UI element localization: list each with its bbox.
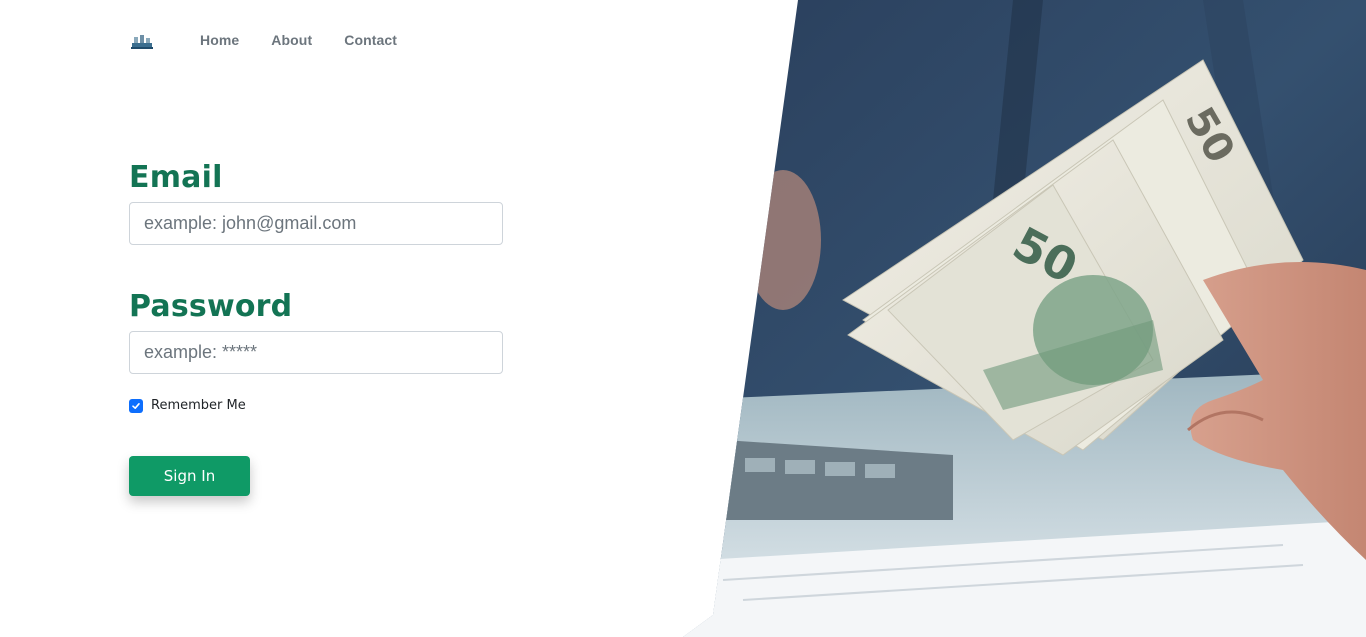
top-nav: Home About Contact bbox=[130, 22, 429, 58]
nav-link-about[interactable]: About bbox=[271, 32, 312, 48]
remember-me-label[interactable]: Remember Me bbox=[151, 398, 246, 413]
password-label: Password bbox=[129, 289, 293, 324]
nav-link-contact[interactable]: Contact bbox=[344, 32, 397, 48]
remember-me-checkbox[interactable] bbox=[129, 398, 143, 413]
nav-link-home[interactable]: Home bbox=[200, 32, 239, 48]
email-label: Email bbox=[129, 160, 223, 195]
hero-image: 50 50 bbox=[683, 0, 1366, 637]
sign-in-button[interactable]: Sign In bbox=[129, 456, 250, 496]
check-icon bbox=[132, 402, 140, 409]
bank-logo-icon[interactable] bbox=[130, 25, 164, 55]
password-field[interactable] bbox=[129, 331, 503, 374]
email-field[interactable] bbox=[129, 202, 503, 245]
sign-in-form: Email Password Remember Me Sign In bbox=[129, 156, 503, 496]
remember-me: Remember Me bbox=[129, 398, 503, 413]
